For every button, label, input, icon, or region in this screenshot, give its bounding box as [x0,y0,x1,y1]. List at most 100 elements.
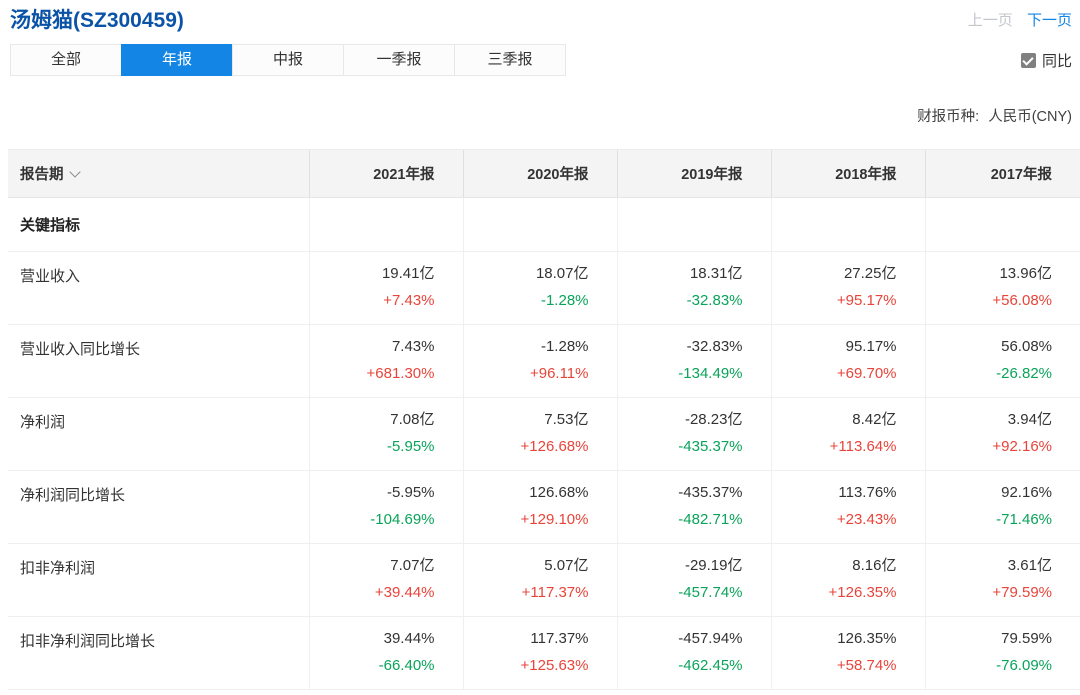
section-header-row: 关键指标 [8,197,1080,252]
period-header: 2019年报 [616,149,771,198]
data-cell: 13.96亿 +56.08% [924,251,1080,325]
cell-change: +39.44% [374,584,435,601]
data-cell: 126.68% +129.10% [462,470,617,544]
cell-change: +79.59% [992,584,1052,601]
cell-value: 7.07亿 [390,557,435,574]
cell-change: +23.43% [836,511,897,528]
stock-title: 汤姆猫(SZ300459) [10,9,184,32]
row-label: 净利润 [8,397,309,471]
cell-change: +129.10% [520,511,589,528]
checkbox-checked-icon[interactable] [1020,53,1036,68]
row-label: 营业收入 [8,251,309,325]
cell-value: 39.44% [383,630,435,647]
period-header: 2017年报 [924,149,1080,198]
cell-value: 126.35% [837,630,897,647]
tab-annual[interactable]: 年报 [121,44,232,76]
data-cell: 18.07亿 -1.28% [462,251,617,325]
cell-value: 5.07亿 [544,557,589,574]
cell-value: -28.23亿 [684,411,743,428]
cell-value: 3.94亿 [1007,411,1052,428]
cell-change: -462.45% [678,657,743,674]
cell-value: 8.42亿 [852,411,897,428]
tab-q3[interactable]: 三季报 [454,45,565,75]
cell-value: 7.53亿 [544,411,589,428]
prev-page-link[interactable]: 上一页 [968,12,1013,29]
data-cell: 92.16% -71.46% [924,470,1080,544]
data-cell: -28.23亿 -435.37% [616,397,771,471]
cell-value: 19.41亿 [381,265,435,282]
cell-change: +681.30% [366,365,435,382]
cell-change: +117.37% [521,584,589,601]
data-cell: 7.43% +681.30% [308,324,463,398]
table-row: 营业收入 19.41亿 +7.43% 18.07亿 -1.28% 18.31亿 -32.83… [8,251,1080,325]
data-cell: -29.19亿 -457.74% [616,543,771,617]
currency-value: 人民币(CNY) [988,109,1072,125]
data-cell: 8.42亿 +113.64% [770,397,925,471]
next-page-link[interactable]: 下一页 [1027,12,1072,29]
cell-change: -104.69% [370,511,435,528]
cell-change: -457.74% [678,584,743,601]
cell-value: -32.83% [686,338,743,355]
cell-change: +126.68% [520,438,589,455]
data-cell: 18.31亿 -32.83% [616,251,771,325]
cell-change: -32.83% [686,292,743,309]
data-cell: 3.61亿 +79.59% [924,543,1080,617]
financial-report-page: 汤姆猫(SZ300459) 上一页 下一页 全部 年报 中报 一季报 三季报 同比 财报… [0,0,1080,695]
cell-value: 117.37% [530,630,589,647]
data-cell: 27.25亿 +95.17% [770,251,925,325]
cell-value: -1.28% [540,338,589,355]
pagination: 上一页 下一页 [968,9,1072,33]
section-header: 关键指标 [8,197,309,252]
cell-change: +69.70% [836,365,897,382]
tab-all[interactable]: 全部 [11,45,121,75]
cell-change: +113.64% [829,438,897,455]
cell-value: -29.19亿 [684,557,743,574]
table-row: 扣非净利润 7.07亿 +39.44% 5.07亿 +117.37% -29.19亿 -45… [8,543,1080,617]
cell-change: -134.49% [678,365,743,382]
table-row: 扣非净利润同比增长 39.44% -66.40% 117.37% +125.63% -45… [8,616,1080,690]
cell-value: 56.08% [1001,338,1052,355]
data-cell: 95.17% +69.70% [770,324,925,398]
period-header: 2020年报 [462,149,617,198]
cell-change: -1.28% [540,292,589,309]
data-cell: -457.94% -462.45% [616,616,771,690]
cell-change: -71.46% [996,511,1052,528]
cell-change: -482.71% [678,511,743,528]
report-period-tabs: 全部 年报 中报 一季报 三季报 [10,44,566,76]
data-cell: 117.37% +125.63% [462,616,617,690]
cell-value: 7.43% [391,338,435,355]
data-cell: -32.83% -134.49% [616,324,771,398]
data-cell: 79.59% -76.09% [924,616,1080,690]
cell-value: 13.96亿 [999,265,1052,282]
data-cell: 39.44% -66.40% [308,616,463,690]
table-header-row: 报告期 2021年报 2020年报 2019年报 2018年报 2017年报 [8,149,1080,198]
cell-value: 92.16% [1001,484,1052,501]
tab-semiannual[interactable]: 中报 [232,45,343,75]
cell-value: 79.59% [1001,630,1052,647]
tab-q1[interactable]: 一季报 [343,45,454,75]
data-cell: -5.95% -104.69% [308,470,463,544]
cell-change: +56.08% [992,292,1052,309]
yoy-checkbox[interactable]: 同比 [1020,50,1072,71]
cell-value: -5.95% [386,484,435,501]
cell-value: 18.07亿 [535,265,589,282]
cell-change: +126.35% [828,584,897,601]
yoy-label: 同比 [1041,53,1072,70]
cell-value: -457.94% [678,630,743,647]
cell-change: +95.17% [836,292,897,309]
data-cell: 7.53亿 +126.68% [462,397,617,471]
cell-value: 27.25亿 [843,265,897,282]
data-cell: 126.35% +58.74% [770,616,925,690]
cell-value: 126.68% [529,484,589,501]
report-period-header[interactable]: 报告期 [8,149,309,198]
cell-value: 3.61亿 [1007,557,1052,574]
row-label: 扣非净利润 [8,543,309,617]
cell-change: +7.43% [383,292,435,309]
data-cell: -1.28% +96.11% [462,324,617,398]
data-cell: 3.94亿 +92.16% [924,397,1080,471]
cell-change: -5.95% [386,438,435,455]
row-label: 扣非净利润同比增长 [8,616,309,690]
data-cell: 113.76% +23.43% [770,470,925,544]
filter-bar: 全部 年报 中报 一季报 三季报 同比 [10,44,1072,76]
row-label: 营业收入同比增长 [8,324,309,398]
